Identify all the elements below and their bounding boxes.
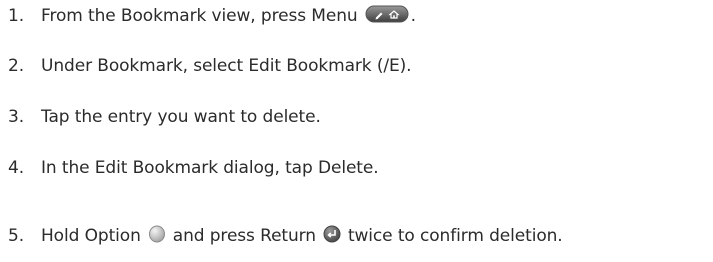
step-number: 2. [8, 56, 25, 76]
step-text-part1: Hold Option [41, 226, 141, 246]
step-number: 5. [8, 226, 25, 246]
step-number: 1. [8, 6, 25, 26]
step-text-before: From the Bookmark view, press Menu [41, 6, 358, 26]
step-number: 3. [8, 107, 25, 127]
step-5: 5. Hold Option and press Return twice to… [8, 220, 563, 252]
step-1: 1. From the Bookmark view, press Menu . [8, 0, 416, 32]
step-text: Under Bookmark, select Edit Bookmark (/E… [41, 56, 412, 76]
menu-button-icon [365, 5, 409, 28]
step-text-after: . [410, 6, 416, 26]
step-text: From the Bookmark view, press Menu . [41, 5, 416, 28]
step-text-part2: and press Return [172, 226, 316, 246]
step-2: 2. Under Bookmark, select Edit Bookmark … [8, 50, 412, 82]
step-text-part3: twice to confirm deletion. [347, 226, 563, 246]
step-text: Tap the entry you want to delete. [41, 107, 321, 127]
step-text: In the Edit Bookmark dialog, tap Delete. [41, 158, 379, 178]
step-text: Hold Option and press Return twice to co… [41, 225, 563, 248]
option-key-icon [148, 225, 166, 248]
step-4: 4. In the Edit Bookmark dialog, tap Dele… [8, 152, 379, 184]
return-key-icon [323, 225, 341, 248]
step-number: 4. [8, 158, 25, 178]
step-3: 3. Tap the entry you want to delete. [8, 101, 321, 133]
